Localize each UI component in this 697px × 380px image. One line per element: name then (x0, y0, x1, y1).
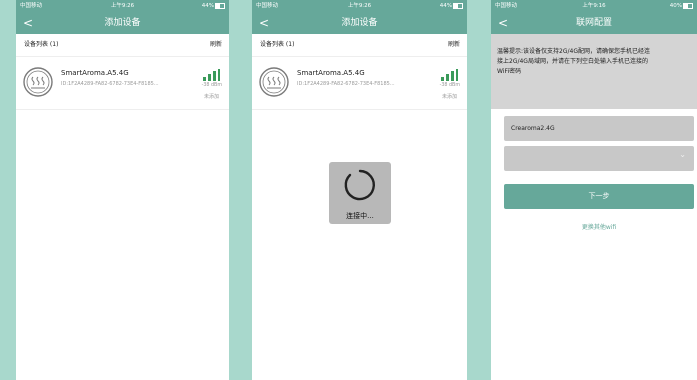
clock: 上午9:16 (582, 3, 606, 9)
phone-screen-connecting: 中国移动 上午9:26 44% < 添加设备 设备列表 (1) 刷新 Smart… (252, 0, 467, 380)
status-bar: 中国移动 上午9:26 44% (252, 0, 467, 13)
header: 中国移动 上午9:26 44% < 添加设备 (252, 0, 467, 34)
device-list-item[interactable]: SmartAroma.A5.4G ID:1F2A4289-FA82-6782-7… (252, 56, 467, 110)
signal-rssi: -38 dBm (439, 83, 460, 88)
tip-text-line3: WiFi密码 (497, 68, 522, 75)
wifi-password-field[interactable]: ⌄ (504, 146, 694, 171)
device-list-title: 设备列表 (1) (24, 41, 59, 48)
battery-indicator: 44% (202, 0, 225, 13)
battery-icon (215, 2, 225, 9)
phone-screen-network-config: 中国移动 上午9:16 40% < 联网配置 温馨提示:该设备仅支持2G/4G配… (491, 0, 697, 380)
tip-text-line2: 接上2G/4G局域网，并请在下列空白处输入手机已连接的 (497, 58, 648, 65)
device-list-header: 设备列表 (1) 刷新 (16, 34, 229, 56)
tip-panel: 温馨提示:该设备仅支持2G/4G配网，请确保您手机已经连 接上2G/4G局域网，… (491, 34, 697, 109)
battery-indicator: 40% (670, 0, 693, 13)
refresh-button[interactable]: 刷新 (210, 34, 222, 56)
status-bar: 中国移动 上午9:16 40% (491, 0, 697, 13)
signal-strength-icon (441, 69, 458, 81)
battery-indicator: 44% (440, 0, 463, 13)
back-button[interactable]: < (23, 13, 33, 33)
back-button[interactable]: < (259, 13, 269, 33)
battery-percent: 44% (439, 3, 452, 9)
signal-strength-icon (203, 69, 220, 81)
page-title: 联网配置 (575, 18, 612, 28)
signal-rssi: -38 dBm (201, 83, 222, 88)
tip-text-line1: 温馨提示:该设备仅支持2G/4G配网，请确保您手机已经连 (497, 48, 650, 55)
loading-overlay: 连接中... (329, 162, 391, 224)
device-name: SmartAroma.A5.4G (297, 69, 365, 77)
aroma-device-icon (259, 67, 289, 97)
page-title: 添加设备 (341, 18, 378, 28)
page-title: 添加设备 (104, 18, 141, 28)
title-bar: < 添加设备 (16, 13, 229, 34)
title-bar: < 添加设备 (252, 13, 467, 34)
refresh-button[interactable]: 刷新 (448, 34, 460, 56)
phone-screen-add-device: 中国移动 上午9:26 44% < 添加设备 设备列表 (1) 刷新 Smart… (16, 0, 229, 380)
loading-text: 连接中... (346, 212, 374, 220)
device-add-status: 未添加 (203, 94, 219, 100)
next-step-button[interactable]: 下一步 (504, 184, 694, 209)
title-bar: < 联网配置 (491, 13, 697, 34)
device-list-item[interactable]: SmartAroma.A5.4G ID:1F2A4289-FA82-6782-7… (16, 56, 229, 110)
header: 中国移动 上午9:16 40% < 联网配置 (491, 0, 697, 34)
battery-icon (453, 2, 463, 9)
wifi-ssid-field[interactable]: Crearoma2.4G (504, 116, 694, 141)
device-list-header: 设备列表 (1) 刷新 (252, 34, 467, 56)
chevron-down-icon: ⌄ (679, 150, 686, 159)
back-button[interactable]: < (498, 13, 508, 33)
clock: 上午9:26 (347, 3, 372, 9)
device-uuid: ID:1F2A4289-FA82-6782-73E4-F8185... (61, 81, 159, 87)
clock: 上午9:26 (110, 3, 135, 9)
device-uuid: ID:1F2A4289-FA82-6782-73E4-F8185... (297, 81, 395, 87)
battery-icon (683, 2, 693, 9)
device-name: SmartAroma.A5.4G (61, 69, 129, 77)
device-list-title: 设备列表 (1) (260, 41, 295, 48)
aroma-device-icon (23, 67, 53, 97)
status-bar: 中国移动 上午9:26 44% (16, 0, 229, 13)
battery-percent: 44% (201, 3, 214, 9)
loading-spinner-icon (344, 169, 375, 201)
change-wifi-link[interactable]: 更换其他wifi (504, 222, 694, 231)
battery-percent: 40% (669, 3, 682, 9)
header: 中国移动 上午9:26 44% < 添加设备 (16, 0, 229, 34)
device-add-status: 未添加 (441, 94, 457, 100)
